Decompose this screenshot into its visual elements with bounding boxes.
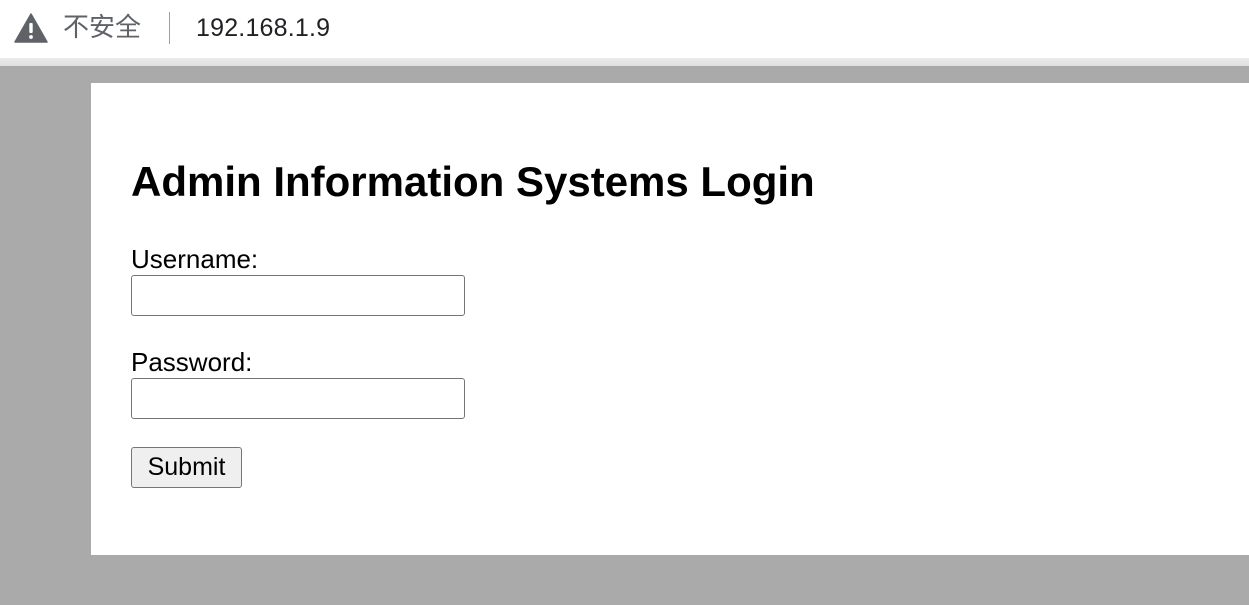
browser-address-bar: 不安全 192.168.1.9 — [0, 0, 1249, 58]
username-input[interactable] — [131, 275, 465, 316]
submit-button[interactable]: Submit — [131, 447, 242, 488]
password-label: Password: — [131, 347, 253, 377]
address-divider — [169, 12, 170, 44]
toolbar-shadow — [0, 58, 1249, 66]
page-title: Admin Information Systems Login — [131, 158, 815, 205]
password-input[interactable] — [131, 378, 465, 419]
warning-triangle-icon[interactable] — [14, 13, 48, 43]
security-status-label[interactable]: 不安全 — [63, 12, 141, 44]
username-label: Username: — [131, 244, 259, 274]
url-text[interactable]: 192.168.1.9 — [196, 12, 330, 44]
login-panel — [91, 83, 1249, 555]
